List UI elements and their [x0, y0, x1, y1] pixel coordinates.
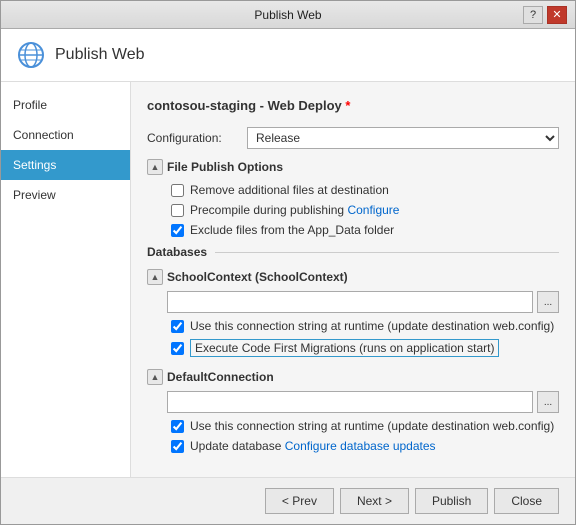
publish-button[interactable]: Publish [415, 488, 488, 514]
remove-additional-row: Remove additional files at destination [167, 183, 559, 197]
title-bar: Publish Web ? ✕ [1, 1, 575, 29]
update-database-label: Update database Configure database updat… [190, 439, 436, 453]
exclude-app-data-row: Exclude files from the App_Data folder [167, 223, 559, 237]
default-connection-label: DefaultConnection [167, 370, 274, 384]
databases-section: Databases ▲ SchoolContext (SchoolContext… [147, 245, 559, 453]
databases-title: Databases [147, 245, 559, 259]
help-button[interactable]: ? [523, 6, 543, 24]
remove-additional-label: Remove additional files at destination [190, 183, 389, 197]
school-context-input-row: ... [147, 291, 559, 313]
default-connection-section: ▲ DefaultConnection ... Use this connect… [147, 369, 559, 453]
default-connection-header: ▲ DefaultConnection [147, 369, 559, 385]
school-use-connection-checkbox[interactable] [171, 320, 184, 333]
configure-db-updates-link[interactable]: Configure database updates [285, 439, 436, 453]
default-use-connection-checkbox[interactable] [171, 420, 184, 433]
sidebar-item-profile[interactable]: Profile [1, 90, 130, 120]
school-context-expand-btn[interactable]: ▲ [147, 269, 163, 285]
dialog-body: Profile Connection Settings Preview cont… [1, 82, 575, 477]
next-button[interactable]: Next > [340, 488, 409, 514]
dialog-header-title: Publish Web [55, 46, 145, 64]
main-content: contosou-staging - Web Deploy * Configur… [131, 82, 575, 477]
required-asterisk: * [345, 98, 350, 113]
config-select-wrapper: Release [247, 127, 559, 149]
sidebar-item-connection[interactable]: Connection [1, 120, 130, 150]
remove-additional-checkbox[interactable] [171, 184, 184, 197]
config-label: Configuration: [147, 131, 247, 145]
update-database-row: Update database Configure database updat… [167, 439, 559, 453]
default-connection-browse-btn[interactable]: ... [537, 391, 559, 413]
config-select[interactable]: Release [247, 127, 559, 149]
default-connection-input[interactable] [167, 391, 533, 413]
page-title: contosou-staging - Web Deploy * [147, 98, 559, 113]
close-button[interactable]: ✕ [547, 6, 567, 24]
default-use-connection-row: Use this connection string at runtime (u… [167, 419, 559, 433]
file-publish-label: File Publish Options [167, 160, 283, 174]
school-use-connection-row: Use this connection string at runtime (u… [167, 319, 559, 333]
school-context-section: ▲ SchoolContext (SchoolContext) ... Use … [147, 269, 559, 357]
dialog-header: Publish Web [1, 29, 575, 82]
school-use-connection-label: Use this connection string at runtime (u… [190, 319, 554, 333]
school-context-label: SchoolContext (SchoolContext) [167, 270, 348, 284]
globe-icon [17, 41, 45, 69]
default-use-connection-label: Use this connection string at runtime (u… [190, 419, 554, 433]
update-database-checkbox[interactable] [171, 440, 184, 453]
code-first-migrations-row: Execute Code First Migrations (runs on a… [167, 339, 559, 357]
prev-button[interactable]: < Prev [265, 488, 334, 514]
school-context-browse-btn[interactable]: ... [537, 291, 559, 313]
sidebar-item-settings[interactable]: Settings [1, 150, 130, 180]
default-connection-expand-btn[interactable]: ▲ [147, 369, 163, 385]
title-bar-controls: ? ✕ [523, 6, 567, 24]
dialog-close-button[interactable]: Close [494, 488, 559, 514]
default-connection-input-row: ... [147, 391, 559, 413]
precompile-checkbox[interactable] [171, 204, 184, 217]
file-publish-options-header: ▲ File Publish Options [147, 159, 559, 175]
school-context-input[interactable] [167, 291, 533, 313]
file-publish-options-body: Remove additional files at destination P… [147, 183, 559, 237]
exclude-app-data-label: Exclude files from the App_Data folder [190, 223, 394, 237]
precompile-row: Precompile during publishing Configure [167, 203, 559, 217]
configuration-row: Configuration: Release [147, 127, 559, 149]
exclude-app-data-checkbox[interactable] [171, 224, 184, 237]
precompile-label: Precompile during publishing Configure [190, 203, 399, 217]
code-first-migrations-label: Execute Code First Migrations (runs on a… [190, 339, 499, 357]
configure-link[interactable]: Configure [347, 203, 399, 217]
sidebar-item-preview[interactable]: Preview [1, 180, 130, 210]
dialog-footer: < Prev Next > Publish Close [1, 477, 575, 524]
title-bar-text: Publish Web [53, 8, 523, 22]
publish-web-dialog: Publish Web ? ✕ Publish Web Profile Conn… [0, 0, 576, 525]
file-publish-expand-btn[interactable]: ▲ [147, 159, 163, 175]
code-first-migrations-checkbox[interactable] [171, 342, 184, 355]
school-context-header: ▲ SchoolContext (SchoolContext) [147, 269, 559, 285]
sidebar: Profile Connection Settings Preview [1, 82, 131, 477]
